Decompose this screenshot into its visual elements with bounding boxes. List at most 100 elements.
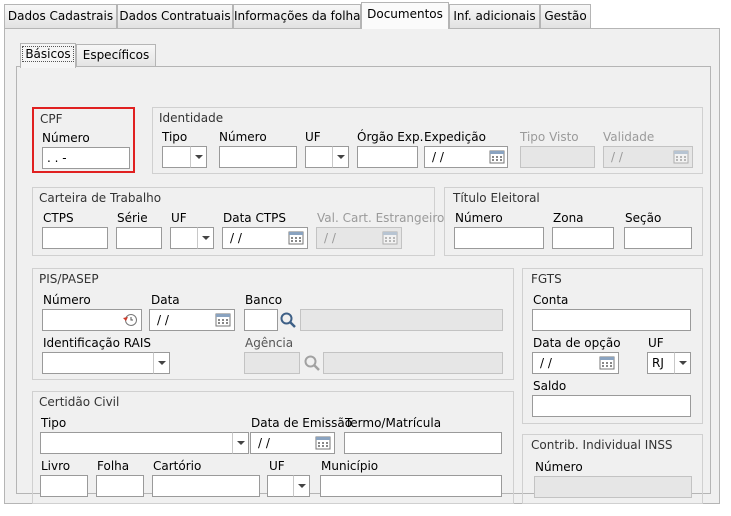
pis-banco-input[interactable]	[244, 309, 278, 331]
cpf-title: CPF	[40, 112, 63, 126]
identidade-tipo-dropdown-button[interactable]	[190, 146, 207, 168]
pis-rais-dropdown-button[interactable]	[153, 352, 170, 374]
identidade-tipo-label: Tipo	[162, 130, 188, 144]
tab-dados-contratuais[interactable]: Dados Contratuais	[117, 4, 233, 28]
ctps-input[interactable]	[42, 227, 108, 249]
fgts-uf-select[interactable]: RJ	[647, 352, 675, 374]
certidao-uf-label: UF	[269, 459, 285, 473]
titulo-eleitoral-group: Título Eleitoral Número Zona Seção	[444, 187, 703, 256]
pis-pasep-group: PIS/PASEP Número Data / / Banco Identifi…	[32, 268, 514, 380]
titulo-zona-label: Zona	[553, 211, 584, 225]
certidao-municipio-input[interactable]	[320, 475, 502, 497]
calendar-icon	[673, 150, 689, 164]
fgts-uf-label: UF	[648, 336, 664, 350]
tab-informacoes-folha[interactable]: Informações da folha	[233, 4, 361, 28]
documentos-panel: Básicos Específicos CPF Número . . - Ide…	[4, 28, 720, 504]
history-clock-icon[interactable]	[122, 312, 138, 328]
contrib-inss-group: Contrib. Individual INSS Número	[522, 434, 703, 504]
fgts-uf-dropdown-button[interactable]	[674, 352, 691, 374]
certidao-civil-group: Certidão Civil Tipo Data de Emissão / / …	[32, 391, 514, 504]
calendar-icon	[382, 231, 398, 245]
pis-rais-select[interactable]	[42, 352, 154, 374]
certidao-folha-label: Folha	[97, 459, 130, 473]
ctps-uf-label: UF	[171, 211, 187, 225]
subtab-basicos[interactable]: Básicos	[20, 43, 76, 68]
search-icon[interactable]	[279, 311, 297, 329]
fgts-title: FGTS	[531, 272, 562, 286]
pis-agencia-label: Agência	[245, 336, 294, 350]
contrib-inss-numero-label: Número	[535, 460, 583, 474]
pis-data-label: Data	[151, 293, 180, 307]
identidade-numero-input[interactable]	[219, 146, 297, 168]
certidao-municipio-label: Município	[321, 459, 379, 473]
certidao-termo-label: Termo/Matrícula	[345, 416, 442, 430]
fgts-group: FGTS Conta Data de opção / / UF RJ Saldo	[522, 268, 703, 424]
identidade-uf-select[interactable]	[305, 146, 333, 168]
identidade-orgao-input[interactable]	[357, 146, 418, 168]
contrib-inss-title: Contrib. Individual INSS	[531, 438, 673, 452]
calendar-icon[interactable]	[288, 231, 304, 245]
calendar-icon[interactable]	[315, 436, 331, 450]
calendar-icon[interactable]	[489, 150, 505, 164]
subtab-especificos[interactable]: Específicos	[76, 44, 156, 66]
pis-banco-label: Banco	[245, 293, 283, 307]
ctps-serie-label: Série	[117, 211, 148, 225]
ctps-uf-dropdown-button[interactable]	[197, 227, 214, 249]
ctps-val-estrangeiro-label: Val. Cart. Estrangeiro	[317, 211, 445, 225]
certidao-uf-select[interactable]	[267, 475, 294, 497]
certidao-livro-label: Livro	[41, 459, 71, 473]
identidade-tipo-select[interactable]	[162, 146, 191, 168]
fgts-saldo-input[interactable]	[532, 395, 691, 417]
basicos-panel: CPF Número . . - Identidade Tipo Número …	[16, 66, 711, 504]
cpf-numero-label: Número	[42, 131, 90, 145]
identidade-numero-label: Número	[219, 130, 267, 144]
identidade-validade-label: Validade	[603, 130, 655, 144]
search-icon	[304, 355, 320, 371]
calendar-icon[interactable]	[215, 313, 231, 327]
identidade-tipo-visto-label: Tipo Visto	[520, 130, 579, 144]
identidade-uf-dropdown-button[interactable]	[332, 146, 349, 168]
identidade-title: Identidade	[159, 111, 224, 125]
certidao-tipo-label: Tipo	[41, 416, 67, 430]
titulo-zona-input[interactable]	[552, 227, 614, 249]
tab-documentos[interactable]: Documentos	[361, 2, 449, 29]
certidao-tipo-dropdown-button[interactable]	[232, 432, 249, 454]
certidao-uf-dropdown-button[interactable]	[293, 475, 310, 497]
ctps-uf-select[interactable]	[170, 227, 198, 249]
pis-pasep-title: PIS/PASEP	[39, 272, 99, 286]
certidao-tipo-select[interactable]	[40, 432, 233, 454]
identidade-expedicao-label: Expedição	[424, 130, 486, 144]
titulo-secao-label: Seção	[625, 211, 662, 225]
fgts-saldo-label: Saldo	[533, 379, 567, 393]
fgts-conta-label: Conta	[533, 293, 569, 307]
pis-numero-label: Número	[43, 293, 91, 307]
identidade-group: Identidade Tipo Número UF Órgão Exp. Exp…	[152, 107, 703, 174]
ctps-serie-input[interactable]	[116, 227, 162, 249]
titulo-eleitoral-title: Título Eleitoral	[453, 191, 540, 205]
identidade-tipo-visto-input	[520, 146, 595, 168]
pis-banco-nome-display	[300, 309, 503, 331]
titulo-numero-input[interactable]	[454, 227, 544, 249]
tab-inf-adicionais[interactable]: Inf. adicionais	[449, 4, 540, 28]
pis-agencia-nome-display	[323, 352, 503, 374]
certidao-cartorio-input[interactable]	[152, 475, 260, 497]
certidao-termo-input[interactable]	[344, 432, 502, 454]
contrib-inss-numero-input	[534, 476, 692, 498]
certidao-folha-input[interactable]	[96, 475, 144, 497]
certidao-data-emissao-label: Data de Emissão	[251, 416, 353, 430]
certidao-cartorio-label: Cartório	[153, 459, 202, 473]
titulo-numero-label: Número	[455, 211, 503, 225]
certidao-livro-input[interactable]	[40, 475, 88, 497]
certidao-civil-title: Certidão Civil	[39, 395, 120, 409]
identidade-orgao-label: Órgão Exp.	[357, 130, 424, 144]
titulo-secao-input[interactable]	[624, 227, 692, 249]
calendar-icon[interactable]	[599, 356, 615, 370]
tab-gestao[interactable]: Gestão	[540, 4, 591, 28]
ctps-label: CTPS	[43, 211, 74, 225]
carteira-trabalho-title: Carteira de Trabalho	[39, 191, 162, 205]
cpf-group: CPF Número . . -	[32, 107, 135, 173]
ctps-data-label: Data CTPS	[223, 211, 287, 225]
cpf-numero-input[interactable]: . . -	[42, 147, 130, 169]
fgts-conta-input[interactable]	[532, 309, 691, 331]
tab-dados-cadastrais[interactable]: Dados Cadastrais	[4, 4, 117, 28]
